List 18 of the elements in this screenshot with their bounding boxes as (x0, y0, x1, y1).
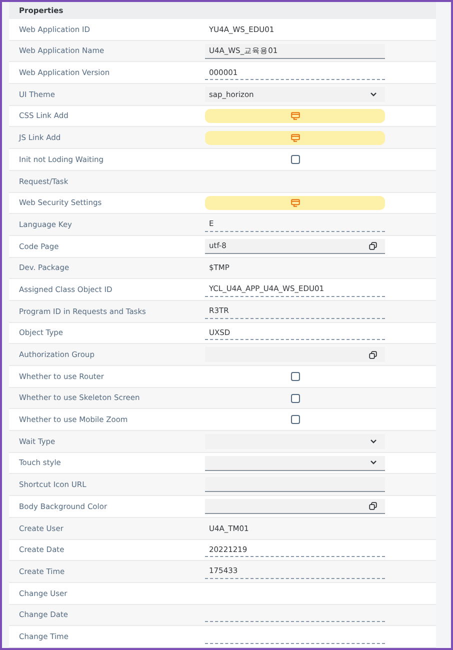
chevron-down-icon (370, 460, 377, 466)
window-icon (290, 198, 300, 207)
copy-icon (369, 502, 377, 510)
chevron-down-icon (370, 438, 377, 444)
select-field[interactable] (205, 434, 385, 449)
select-field[interactable] (205, 456, 385, 471)
copy-icon (369, 242, 377, 250)
checkbox[interactable] (290, 372, 300, 381)
checkbox[interactable] (290, 154, 300, 164)
window-icon (290, 112, 300, 120)
value-help-field[interactable] (205, 498, 385, 514)
value-help-field[interactable] (205, 347, 385, 362)
checkbox[interactable] (290, 415, 300, 424)
window-icon (290, 134, 300, 142)
copy-icon (369, 350, 377, 359)
checkbox[interactable] (290, 394, 300, 403)
input-field[interactable] (205, 477, 385, 492)
chevron-down-icon (370, 92, 377, 97)
